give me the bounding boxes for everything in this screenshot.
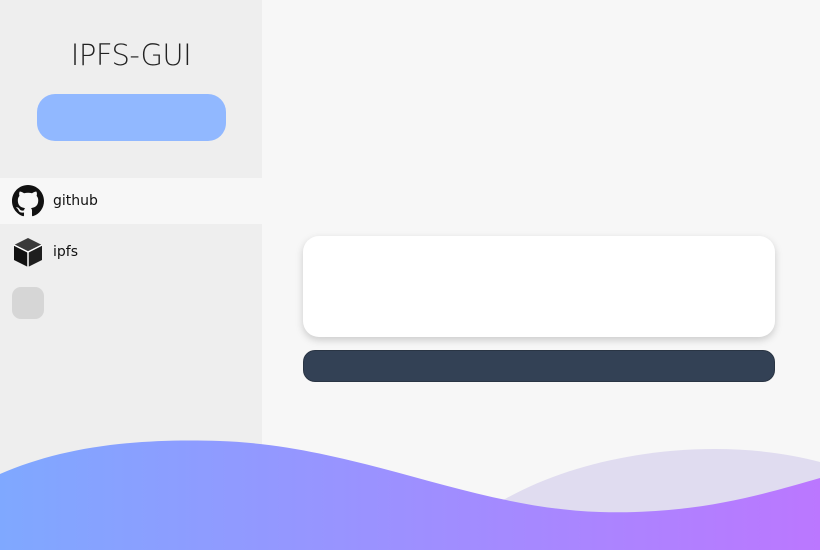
sidebar-item-label: github bbox=[53, 193, 98, 209]
content-card bbox=[303, 236, 775, 337]
github-icon bbox=[12, 185, 44, 217]
primary-action-button[interactable] bbox=[37, 94, 226, 141]
sidebar-placeholder-item bbox=[12, 287, 44, 319]
sidebar-item-github[interactable]: github bbox=[0, 178, 262, 224]
app-title: IPFS-GUI bbox=[70, 38, 192, 72]
decorative-waves bbox=[0, 440, 820, 550]
cube-icon bbox=[12, 236, 44, 268]
sidebar-item-label: ipfs bbox=[53, 244, 78, 260]
dark-action-bar[interactable] bbox=[303, 350, 775, 382]
sidebar-item-ipfs[interactable]: ipfs bbox=[0, 229, 262, 275]
